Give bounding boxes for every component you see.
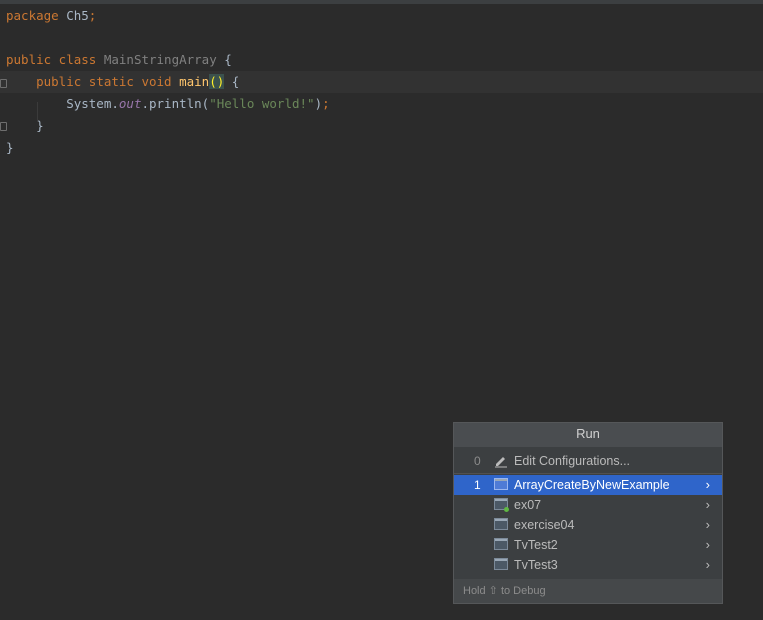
chevron-right-icon[interactable]: › — [706, 515, 710, 535]
run-config-item[interactable]: exercise04 › — [454, 515, 722, 535]
code-token: public static void — [36, 74, 180, 89]
code-token: MainStringArray — [103, 52, 217, 67]
run-config-label: ex07 — [514, 498, 542, 512]
code-line-text: System.out.println("Hello world!"); — [6, 93, 330, 115]
app-config-icon — [494, 558, 508, 571]
code-token: ; — [322, 96, 330, 111]
code-line[interactable]: package Ch5; — [0, 5, 763, 27]
run-config-label: TvTest2 — [514, 538, 558, 552]
edit-configurations-label: Edit Configurations... — [514, 454, 631, 468]
code-line-text: package Ch5; — [6, 5, 96, 27]
code-token: main — [179, 74, 210, 89]
code-token: () — [209, 74, 225, 89]
app-config-icon — [494, 518, 508, 531]
code-line-text: public class MainStringArray { — [6, 49, 232, 71]
run-config-item[interactable]: ex07 › — [454, 495, 722, 515]
run-config-label: TvTest3 — [514, 558, 558, 572]
code-line[interactable] — [0, 27, 763, 49]
pencil-icon — [494, 454, 508, 468]
run-config-item[interactable]: 1 ArrayCreateByNewExample › — [454, 475, 722, 495]
popup-footer: Hold ⇧ to Debug — [454, 579, 722, 603]
fold-open-icon[interactable] — [0, 79, 7, 88]
popup-title: Run — [454, 423, 722, 447]
chevron-right-icon[interactable]: › — [706, 475, 710, 495]
code-line[interactable]: System.out.println("Hello world!"); — [0, 93, 763, 115]
code-token: public class — [6, 52, 104, 67]
code-token: System. — [6, 96, 119, 111]
separator — [454, 473, 722, 474]
code-token: { — [224, 74, 240, 89]
debug-hint: Hold ⇧ to Debug — [463, 585, 546, 597]
chevron-right-icon[interactable]: › — [706, 535, 710, 555]
run-popup: Run 0 Edit Configurations... 1 ArrayCreat… — [453, 422, 723, 604]
code-token: out — [118, 96, 142, 111]
chevron-right-icon[interactable]: › — [706, 495, 710, 515]
code-token: Ch5 — [66, 8, 89, 23]
code-line[interactable]: } — [0, 137, 763, 159]
code-token: "Hello world!" — [209, 96, 315, 111]
fold-close-icon[interactable] — [0, 122, 7, 131]
code-line[interactable]: } — [0, 115, 763, 137]
item-number: 0 — [474, 454, 481, 468]
code-token: } — [6, 140, 14, 155]
run-config-item[interactable]: TvTest2 › — [454, 535, 722, 555]
code-line-text: public static void main() { — [6, 71, 239, 93]
code-line[interactable]: public static void main() { — [0, 71, 763, 93]
code-token: { — [216, 52, 232, 67]
indent-guide — [37, 102, 38, 122]
app-config-icon — [494, 478, 508, 491]
code-token: ; — [88, 8, 97, 23]
edit-configurations-item[interactable]: 0 Edit Configurations... — [454, 451, 722, 471]
run-config-label: ArrayCreateByNewExample — [514, 478, 670, 492]
item-number: 1 — [474, 478, 481, 492]
run-config-label: exercise04 — [514, 518, 575, 532]
code-token: package — [6, 8, 67, 23]
code-line-text: } — [6, 137, 14, 159]
app-config-icon — [494, 538, 508, 551]
code-token: ) — [314, 96, 323, 111]
chevron-right-icon[interactable]: › — [706, 555, 710, 575]
code-token: .println( — [141, 96, 210, 111]
code-line[interactable]: public class MainStringArray { — [0, 49, 763, 71]
running-app-config-icon — [494, 498, 509, 512]
run-config-item[interactable]: TvTest3 › — [454, 555, 722, 575]
